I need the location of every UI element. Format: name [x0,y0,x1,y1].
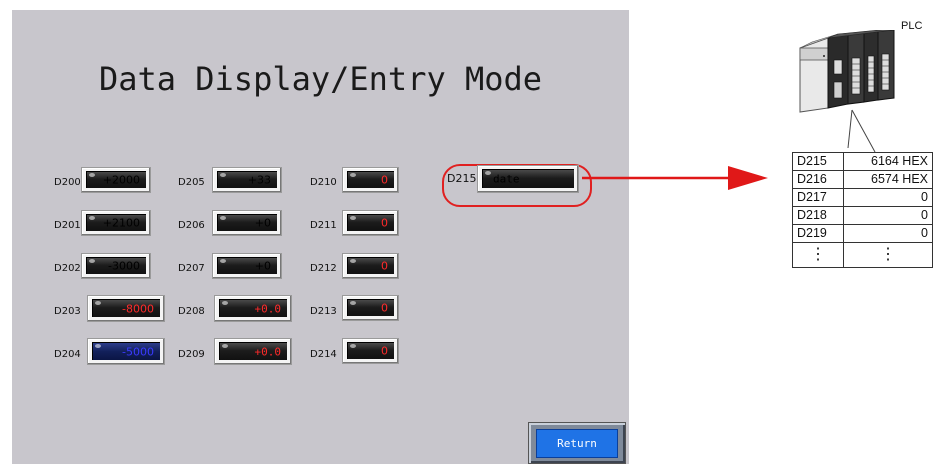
register-value: +0.0 [254,345,282,358]
register-label-d205: D205 [178,177,205,188]
register-value: -3000 [108,259,140,273]
arrow-right-icon [582,166,768,190]
table-row: ⋮ ⋮ [792,242,933,268]
register-display-d214[interactable]: 0 [342,338,399,364]
register-label-d212: D212 [310,263,337,274]
register-display-d215[interactable]: date [477,165,579,193]
register-value: 0 [381,216,388,230]
register-label-d209: D209 [178,349,205,360]
register-value: +0 [254,216,271,230]
return-button-label: Return [536,429,618,458]
register-label-d215: D215 [447,172,477,185]
register-value: -8000 [122,302,154,315]
register-value: +2000 [102,173,140,187]
register-label-d207: D207 [178,263,205,274]
plc-value: 0 [843,188,933,207]
table-row: D219 0 [792,224,933,243]
register-value: 0 [381,301,388,315]
plc-address: D216 [792,170,844,189]
plc-address: ⋮ [792,242,844,268]
register-value: 0 [381,173,388,187]
plc-value: 0 [843,224,933,243]
plc-address: D215 [792,152,844,171]
table-row: D216 6574 HEX [792,170,933,189]
table-row: D218 0 [792,206,933,225]
plc-device-icon [799,30,895,153]
plc-address: D217 [792,188,844,207]
page-title: Data Display/Entry Mode [98,60,543,98]
register-label-d211: D211 [310,220,337,231]
plc-value: ⋮ [843,242,933,268]
register-display-d207[interactable]: +0 [212,253,282,279]
register-display-d204[interactable]: -5000 [87,338,165,365]
register-display-d205[interactable]: +33 [212,167,282,193]
register-value: +0.0 [254,302,282,315]
register-display-d208[interactable]: +0.0 [214,295,292,322]
register-label-d208: D208 [178,306,205,317]
register-value: 0 [381,344,388,358]
table-row: D217 0 [792,188,933,207]
register-label-d210: D210 [310,177,337,188]
register-value: -5000 [122,345,154,358]
register-display-d209[interactable]: +0.0 [214,338,292,365]
plc-memory-table: D215 6164 HEX D216 6574 HEX D217 0 D218 … [792,152,933,268]
register-value: 0 [381,259,388,273]
plc-value: 0 [843,206,933,225]
register-display-d206[interactable]: +0 [212,210,282,236]
hmi-screen: Data Display/Entry Mode D200 +2000 D201 … [12,10,629,464]
plc-address: D218 [792,206,844,225]
register-label-d203: D203 [54,306,81,317]
register-label-d202: D202 [54,263,81,274]
register-display-d211[interactable]: 0 [342,210,399,236]
register-display-d203[interactable]: -8000 [87,295,165,322]
plc-address: D219 [792,224,844,243]
register-value: +0 [254,259,271,273]
register-display-d212[interactable]: 0 [342,253,399,279]
table-row: D215 6164 HEX [792,152,933,171]
register-value: +2100 [102,216,140,230]
return-button[interactable]: Return [528,422,626,464]
register-label-d214: D214 [310,349,337,360]
plc-value: 6164 HEX [843,152,933,171]
register-display-d202[interactable]: -3000 [81,253,151,279]
register-value: date [493,172,520,186]
register-label-d201: D201 [54,220,81,231]
register-label-d204: D204 [54,349,81,360]
register-label-d213: D213 [310,306,337,317]
register-display-d210[interactable]: 0 [342,167,399,193]
register-display-d201[interactable]: +2100 [81,210,151,236]
register-value: +33 [247,173,271,187]
register-display-d213[interactable]: 0 [342,295,399,321]
plc-value: 6574 HEX [843,170,933,189]
register-label-d206: D206 [178,220,205,231]
register-display-d200[interactable]: +2000 [81,167,151,193]
register-label-d200: D200 [54,177,81,188]
